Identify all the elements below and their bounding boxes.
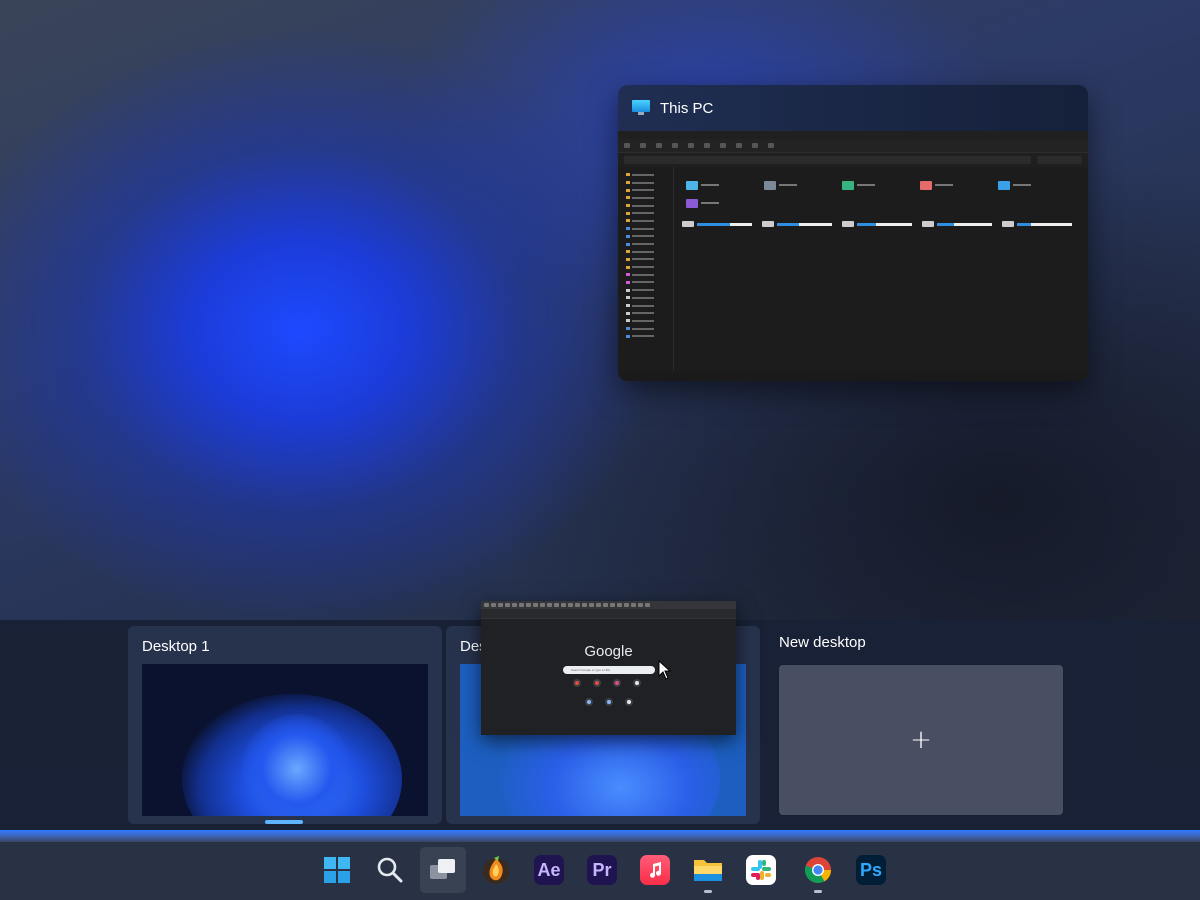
file-explorer-thumbnail	[618, 131, 1088, 381]
desktop-1-card[interactable]: Desktop 1	[128, 626, 442, 824]
chrome-running-indicator	[814, 890, 822, 893]
music-note-icon	[640, 855, 670, 885]
photoshop-button[interactable]: Ps	[848, 847, 894, 893]
desktop-1-label: Desktop 1	[142, 638, 210, 655]
slack-button[interactable]	[738, 847, 784, 893]
slack-icon	[746, 855, 776, 885]
active-desktop-indicator	[265, 820, 303, 824]
new-desktop-button[interactable]: +	[779, 665, 1063, 815]
file-explorer-running-indicator	[704, 890, 712, 893]
chrome-icon	[804, 857, 832, 884]
google-search-box: Search Google or type a URL	[563, 666, 655, 674]
fl-studio-button[interactable]	[473, 847, 519, 893]
window-preview-this-pc[interactable]: This PC	[618, 85, 1088, 381]
after-effects-icon: Ae	[534, 855, 564, 885]
file-explorer-button[interactable]	[685, 847, 731, 893]
mouse-cursor-icon	[658, 659, 672, 680]
fl-studio-icon	[483, 856, 509, 884]
search-button[interactable]	[367, 847, 413, 893]
desktop-1-thumbnail	[142, 664, 428, 816]
search-icon	[377, 857, 403, 883]
folder-icon	[694, 860, 722, 881]
apple-music-button[interactable]	[632, 847, 678, 893]
new-desktop-label: New desktop	[779, 634, 866, 651]
task-view-icon	[430, 859, 455, 879]
window-preview-title: This PC	[660, 99, 714, 117]
google-logo: Google	[584, 643, 633, 660]
after-effects-button[interactable]: Ae	[526, 847, 572, 893]
task-view-button[interactable]	[420, 847, 466, 893]
plus-icon: +	[910, 725, 932, 755]
premiere-pro-button[interactable]: Pr	[579, 847, 625, 893]
windows-logo-icon	[324, 857, 350, 883]
premiere-pro-icon: Pr	[587, 855, 617, 885]
photoshop-icon: Ps	[856, 855, 886, 885]
desktops-bar-edge	[0, 830, 1200, 842]
window-preview-header: This PC	[618, 85, 1088, 131]
start-button[interactable]	[314, 847, 360, 893]
dragged-chrome-window[interactable]: Google Search Google or type a URL	[481, 601, 736, 735]
chrome-button[interactable]	[795, 847, 841, 893]
monitor-icon	[632, 100, 650, 116]
